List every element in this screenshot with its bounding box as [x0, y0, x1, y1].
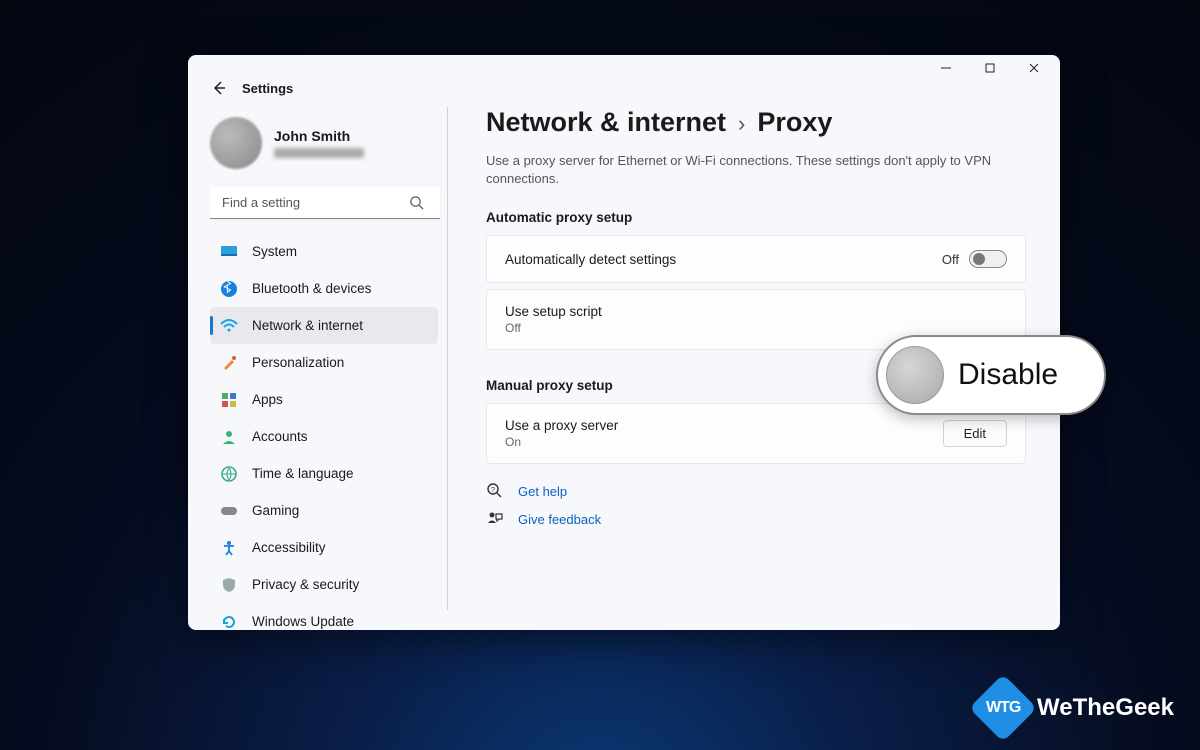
card-title: Use a proxy server: [505, 418, 618, 433]
sidebar: John Smith System Bluetooth & devices Ne…: [188, 103, 448, 618]
sidebar-item-label: Accounts: [252, 429, 308, 444]
shield-icon: [220, 576, 238, 594]
link-feedback[interactable]: Give feedback: [486, 510, 1026, 528]
accessibility-icon: [220, 539, 238, 557]
avatar: [210, 117, 262, 169]
sidebar-item-accessibility[interactable]: Accessibility: [210, 529, 438, 566]
sidebar-item-label: Gaming: [252, 503, 299, 518]
sidebar-item-personalization[interactable]: Personalization: [210, 344, 438, 381]
annotation-callout: Disable: [876, 335, 1106, 415]
app-title: Settings: [242, 81, 293, 96]
feedback-icon: [486, 510, 504, 528]
sidebar-item-label: Personalization: [252, 355, 344, 370]
svg-text:?: ?: [491, 487, 495, 494]
sidebar-item-label: Network & internet: [252, 318, 363, 333]
toggle-auto-detect[interactable]: [969, 250, 1007, 268]
sidebar-item-label: Windows Update: [252, 614, 354, 629]
apps-icon: [220, 391, 238, 409]
sidebar-item-privacy[interactable]: Privacy & security: [210, 566, 438, 603]
maximize-button[interactable]: [968, 55, 1012, 83]
edit-button[interactable]: Edit: [943, 420, 1007, 447]
update-icon: [220, 613, 238, 631]
breadcrumb: Network & internet › Proxy: [486, 107, 1026, 138]
toggle-knob-icon: [886, 346, 944, 404]
sidebar-item-time[interactable]: Time & language: [210, 455, 438, 492]
watermark-text: WeTheGeek: [1037, 694, 1174, 722]
sidebar-item-system[interactable]: System: [210, 233, 438, 270]
toggle-state-label: Off: [942, 252, 959, 267]
sidebar-item-gaming[interactable]: Gaming: [210, 492, 438, 529]
search-wrap: [210, 187, 438, 219]
sidebar-divider: [447, 107, 448, 610]
back-button[interactable]: [210, 79, 228, 97]
help-link[interactable]: Get help: [518, 484, 567, 499]
close-button[interactable]: [1012, 55, 1056, 83]
clock-globe-icon: [220, 465, 238, 483]
sidebar-item-label: Apps: [252, 392, 283, 407]
card-title: Use setup script: [505, 304, 602, 319]
brush-icon: [220, 354, 238, 372]
breadcrumb-current: Proxy: [757, 107, 832, 138]
help-icon: ?: [486, 482, 504, 500]
sidebar-item-update[interactable]: Windows Update: [210, 603, 438, 630]
sidebar-item-bluetooth[interactable]: Bluetooth & devices: [210, 270, 438, 307]
bluetooth-icon: [220, 280, 238, 298]
nav-list: System Bluetooth & devices Network & int…: [210, 233, 438, 630]
section-auto-title: Automatic proxy setup: [486, 210, 1026, 225]
link-get-help[interactable]: ? Get help: [486, 482, 1026, 500]
gamepad-icon: [220, 502, 238, 520]
chevron-right-icon: ›: [738, 111, 745, 137]
breadcrumb-parent[interactable]: Network & internet: [486, 107, 726, 138]
profile-name: John Smith: [274, 128, 364, 144]
feedback-link[interactable]: Give feedback: [518, 512, 601, 527]
page-description: Use a proxy server for Ethernet or Wi-Fi…: [486, 152, 1006, 188]
search-icon: [409, 195, 424, 215]
sidebar-item-network[interactable]: Network & internet: [210, 307, 438, 344]
minimize-button[interactable]: [924, 55, 968, 83]
person-icon: [220, 428, 238, 446]
sidebar-item-label: Privacy & security: [252, 577, 359, 592]
watermark-badge: WTG: [969, 674, 1037, 742]
watermark: WTG WeTheGeek: [979, 684, 1174, 732]
sidebar-item-accounts[interactable]: Accounts: [210, 418, 438, 455]
sidebar-item-label: System: [252, 244, 297, 259]
display-icon: [220, 243, 238, 261]
card-subtext: On: [505, 435, 618, 449]
titlebar: [188, 55, 1060, 79]
sidebar-item-label: Bluetooth & devices: [252, 281, 371, 296]
search-input[interactable]: [210, 187, 440, 219]
card-title: Automatically detect settings: [505, 252, 676, 267]
card-auto-detect: Automatically detect settings Off: [486, 235, 1026, 283]
sidebar-item-label: Time & language: [252, 466, 354, 481]
profile-block[interactable]: John Smith: [210, 109, 438, 187]
sidebar-item-apps[interactable]: Apps: [210, 381, 438, 418]
wifi-icon: [220, 317, 238, 335]
callout-label: Disable: [958, 358, 1058, 392]
profile-subtext: [274, 148, 364, 158]
sidebar-item-label: Accessibility: [252, 540, 326, 555]
card-subtext: Off: [505, 321, 602, 335]
